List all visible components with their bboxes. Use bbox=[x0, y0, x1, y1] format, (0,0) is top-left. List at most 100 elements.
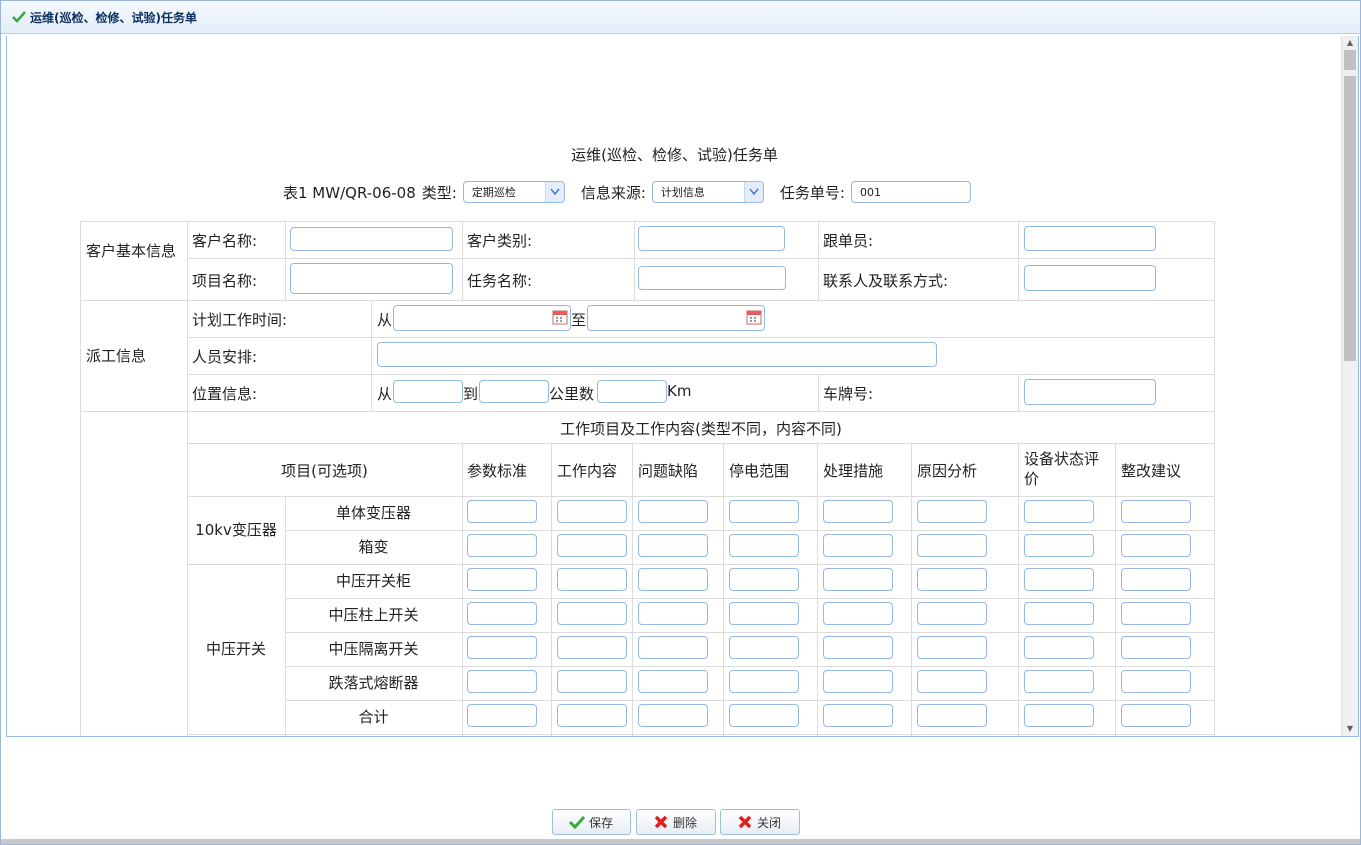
scroll-top-segment[interactable] bbox=[1344, 50, 1356, 70]
save-button-label: 保存 bbox=[589, 815, 614, 830]
work-cell-input[interactable] bbox=[557, 636, 627, 659]
work-cell-input[interactable] bbox=[917, 534, 987, 557]
work-cell-input[interactable] bbox=[467, 670, 537, 693]
customer-type-label: 客户类别: bbox=[467, 232, 533, 250]
work-cell-input[interactable] bbox=[1121, 704, 1191, 727]
work-cell-input[interactable] bbox=[467, 704, 537, 727]
task-no-label: 任务单号: bbox=[779, 183, 845, 202]
col-header-eval: 设备状态评价 bbox=[1024, 450, 1100, 488]
work-cell-input[interactable] bbox=[823, 534, 893, 557]
km-label: 公里数 bbox=[549, 385, 595, 403]
work-cell-input[interactable] bbox=[467, 568, 537, 591]
scroll-up-icon[interactable]: ▲ bbox=[1342, 36, 1358, 50]
work-cell-input[interactable] bbox=[1121, 534, 1191, 557]
scroll-thumb[interactable] bbox=[1344, 76, 1356, 361]
calendar-icon[interactable] bbox=[746, 309, 762, 325]
work-cell-input[interactable] bbox=[467, 636, 537, 659]
plan-to-label: 至 bbox=[571, 311, 587, 329]
work-cell-input[interactable] bbox=[1024, 670, 1094, 693]
task-no-input[interactable]: 001 bbox=[850, 181, 971, 203]
work-cell-input[interactable] bbox=[1121, 670, 1191, 693]
contact-input[interactable] bbox=[1024, 265, 1156, 291]
work-cell-input[interactable] bbox=[729, 636, 799, 659]
work-cell-input[interactable] bbox=[823, 636, 893, 659]
work-cell-input[interactable] bbox=[917, 704, 987, 727]
work-cell-input[interactable] bbox=[729, 534, 799, 557]
follower-input[interactable] bbox=[1024, 226, 1156, 251]
location-to-input[interactable] bbox=[479, 380, 549, 403]
work-cell-input[interactable] bbox=[1024, 500, 1094, 523]
type-select[interactable]: 定期巡检 bbox=[462, 181, 565, 203]
work-cell-input[interactable] bbox=[917, 602, 987, 625]
work-cell-input[interactable] bbox=[638, 704, 708, 727]
staff-input[interactable] bbox=[377, 342, 937, 367]
form-grid: 客户基本信息 客户名称: 客户类别: 跟单员: 项目名称: 任务名称: 联系人及… bbox=[80, 221, 1215, 736]
work-cell-input[interactable] bbox=[729, 670, 799, 693]
work-cell-input[interactable] bbox=[557, 670, 627, 693]
work-cell-input[interactable] bbox=[638, 568, 708, 591]
work-cell-input[interactable] bbox=[638, 602, 708, 625]
location-from-input[interactable] bbox=[393, 380, 463, 403]
col-header-defect: 问题缺陷 bbox=[638, 462, 699, 480]
chevron-down-icon[interactable] bbox=[743, 182, 763, 202]
work-cell-input[interactable] bbox=[917, 670, 987, 693]
work-cell-input[interactable] bbox=[823, 568, 893, 591]
work-cell-input[interactable] bbox=[729, 602, 799, 625]
source-select[interactable]: 计划信息 bbox=[651, 181, 764, 203]
work-cell-input[interactable] bbox=[1024, 602, 1094, 625]
plate-input[interactable] bbox=[1024, 379, 1156, 405]
work-cell-input[interactable] bbox=[1121, 568, 1191, 591]
work-cell-input[interactable] bbox=[1121, 636, 1191, 659]
work-cell-input[interactable] bbox=[1024, 636, 1094, 659]
work-cell-input[interactable] bbox=[638, 500, 708, 523]
work-cell-input[interactable] bbox=[467, 602, 537, 625]
scroll-down-icon[interactable]: ▼ bbox=[1342, 722, 1358, 736]
work-cell-input[interactable] bbox=[1024, 568, 1094, 591]
work-cell-input[interactable] bbox=[557, 500, 627, 523]
work-cell-input[interactable] bbox=[917, 500, 987, 523]
chevron-down-icon[interactable] bbox=[544, 182, 564, 202]
work-cell-input[interactable] bbox=[823, 704, 893, 727]
work-cell-input[interactable] bbox=[557, 568, 627, 591]
km-input[interactable] bbox=[597, 380, 667, 403]
work-cell-input[interactable] bbox=[467, 500, 537, 523]
work-cell-input[interactable] bbox=[917, 568, 987, 591]
work-cell-input[interactable] bbox=[638, 534, 708, 557]
work-cell-input[interactable] bbox=[917, 636, 987, 659]
vertical-scrollbar[interactable]: ▲ ▼ bbox=[1341, 36, 1358, 736]
save-button[interactable]: 保存 bbox=[552, 809, 631, 835]
plan-end-date-input[interactable] bbox=[587, 305, 765, 331]
delete-x-icon bbox=[654, 815, 668, 829]
work-cell-input[interactable] bbox=[729, 500, 799, 523]
customer-type-input[interactable] bbox=[638, 226, 785, 251]
work-cell-input[interactable] bbox=[638, 636, 708, 659]
delete-button[interactable]: 删除 bbox=[636, 809, 716, 835]
work-cell-input[interactable] bbox=[729, 704, 799, 727]
location-to-label: 到 bbox=[463, 385, 479, 403]
window-title: 运维(巡检、检修、试验)任务单 bbox=[30, 10, 197, 25]
task-no-value: 001 bbox=[859, 186, 881, 199]
work-cell-input[interactable] bbox=[823, 602, 893, 625]
work-cell-input[interactable] bbox=[1121, 500, 1191, 523]
work-cell-input[interactable] bbox=[557, 602, 627, 625]
work-cell-input[interactable] bbox=[823, 500, 893, 523]
calendar-icon[interactable] bbox=[552, 309, 568, 325]
work-cell-input[interactable] bbox=[729, 568, 799, 591]
work-cell-input[interactable] bbox=[1024, 534, 1094, 557]
form-title: 运维(巡检、检修、试验)任务单 bbox=[571, 146, 778, 164]
work-cell-input[interactable] bbox=[1024, 704, 1094, 727]
work-cell-input[interactable] bbox=[557, 704, 627, 727]
work-cell-input[interactable] bbox=[1121, 602, 1191, 625]
work-cell-input[interactable] bbox=[557, 534, 627, 557]
work-cell-input[interactable] bbox=[823, 670, 893, 693]
item-label: 合计 bbox=[358, 708, 389, 726]
close-button[interactable]: 关闭 bbox=[720, 809, 800, 835]
plan-start-date-input[interactable] bbox=[393, 305, 571, 331]
check-icon bbox=[12, 11, 26, 23]
task-name-input[interactable] bbox=[638, 266, 786, 290]
group-transformer: 10kv变压器 bbox=[195, 521, 277, 539]
project-name-input[interactable] bbox=[290, 263, 453, 294]
work-cell-input[interactable] bbox=[638, 670, 708, 693]
work-cell-input[interactable] bbox=[467, 534, 537, 557]
customer-name-input[interactable] bbox=[290, 227, 453, 251]
